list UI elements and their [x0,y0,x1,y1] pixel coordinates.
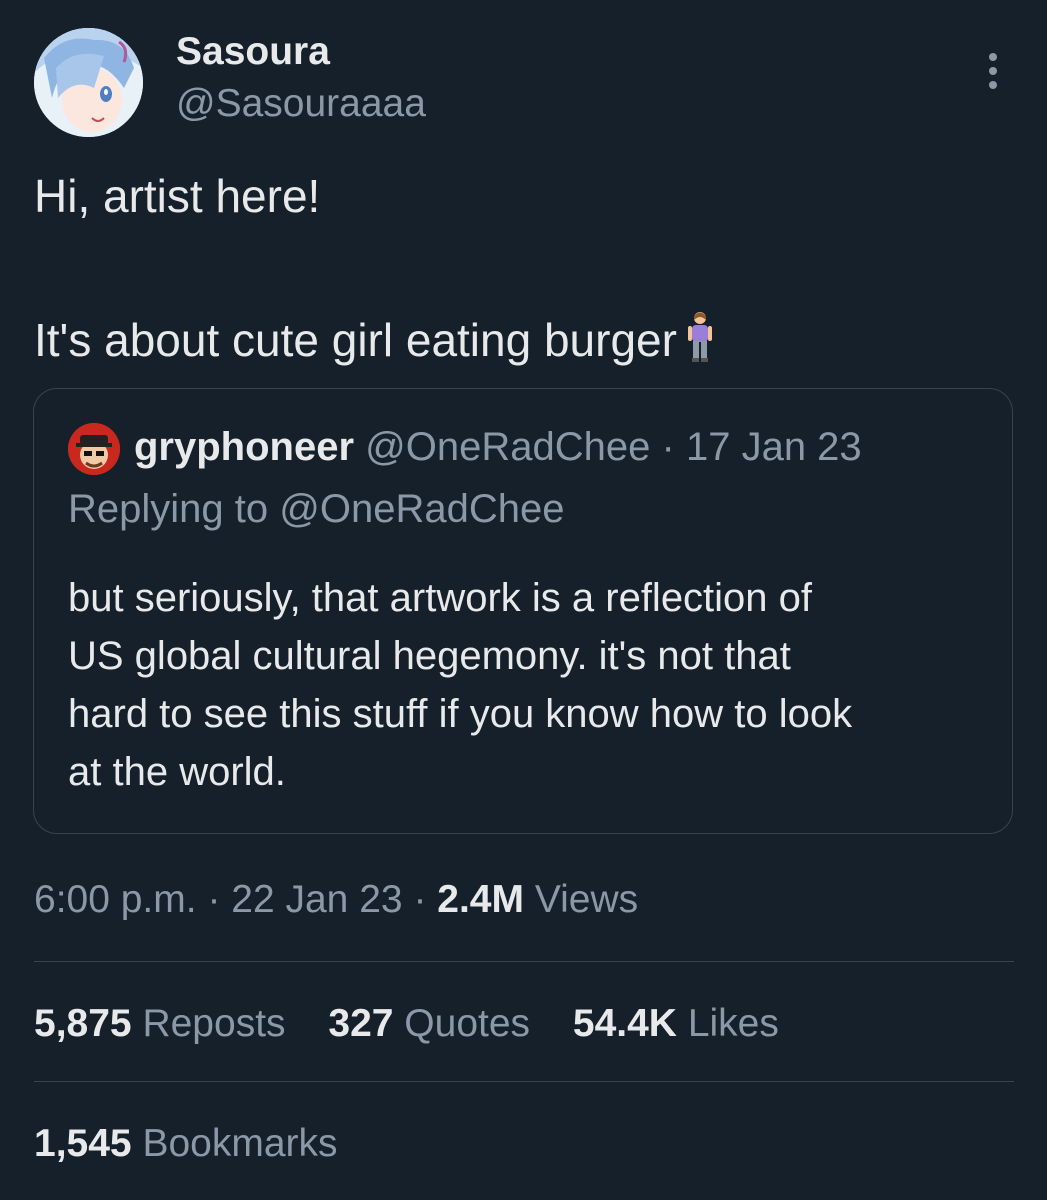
bookmarks-count: 1,545 [34,1122,132,1165]
likes-label: Likes [687,1002,779,1045]
tweet-time[interactable]: 6:00 p.m. [34,878,197,921]
engagement-stats: 5,875 Reposts 327 Quotes 54.4K Likes [34,998,811,1050]
quote-body-line: hard to see this stuff if you know how t… [68,692,853,736]
bookmarks-stat[interactable]: 1,545 Bookmarks [34,1118,338,1170]
tweet-text-line-2: It's about cute girl eating burger [34,310,713,374]
replying-to-label: Replying to [68,487,269,531]
quote-body-line: but seriously, that artwork is a reflect… [68,576,813,620]
cartoon-avatar-icon [68,423,120,475]
quote-author-name[interactable]: gryphoneer [134,425,354,469]
reposts-stat[interactable]: 5,875 Reposts [34,998,286,1050]
meta-separator: · [413,878,427,921]
more-options-button[interactable] [972,50,1014,92]
quote-body: but seriously, that artwork is a reflect… [68,569,998,801]
author-handle[interactable]: @Sasouraaaa [176,80,426,128]
quote-author-avatar[interactable] [68,423,120,475]
tweet-text-line-1: Hi, artist here! [34,170,321,222]
tweet-date[interactable]: 22 Jan 23 [231,878,402,921]
views-label: Views [534,878,639,921]
quote-author-handle[interactable]: @OneRadChee [365,425,650,469]
likes-stat[interactable]: 54.4K Likes [573,998,779,1050]
meta-separator: · [207,878,221,921]
reposts-label: Reposts [142,1002,286,1045]
quote-separator: · [661,425,675,469]
quote-header: gryphoneer @OneRadChee · 17 Jan 23 [134,423,862,471]
quotes-label: Quotes [404,1002,531,1045]
views-count: 2.4M [437,878,524,921]
tweet-text-line-2-text: It's about cute girl eating burger [34,314,677,366]
quote-body-line: at the world. [68,750,286,794]
quote-date[interactable]: 17 Jan 23 [686,425,862,469]
tweet-meta: 6:00 p.m. · 22 Jan 23 · 2.4M Views [34,876,638,924]
quoted-tweet-card[interactable]: gryphoneer @OneRadChee · 17 Jan 23 Reply… [33,388,1013,834]
author-avatar[interactable] [34,28,143,137]
bookmarks-label: Bookmarks [142,1122,338,1165]
divider [34,961,1014,962]
more-vertical-icon [989,53,997,89]
author-display-name[interactable]: Sasoura [176,28,330,76]
replying-to-handle[interactable]: @OneRadChee [279,487,564,531]
likes-count: 54.4K [572,1002,677,1045]
standing-woman-emoji-icon [687,310,713,374]
divider [34,1081,1014,1082]
quotes-count: 327 [328,1002,394,1045]
quotes-stat[interactable]: 327 Quotes [328,998,530,1050]
replying-to: Replying to @OneRadChee [68,485,564,533]
anime-avatar-icon [34,28,143,137]
reposts-count: 5,875 [34,1002,132,1045]
quote-body-line: US global cultural hegemony. it's not th… [68,634,791,678]
